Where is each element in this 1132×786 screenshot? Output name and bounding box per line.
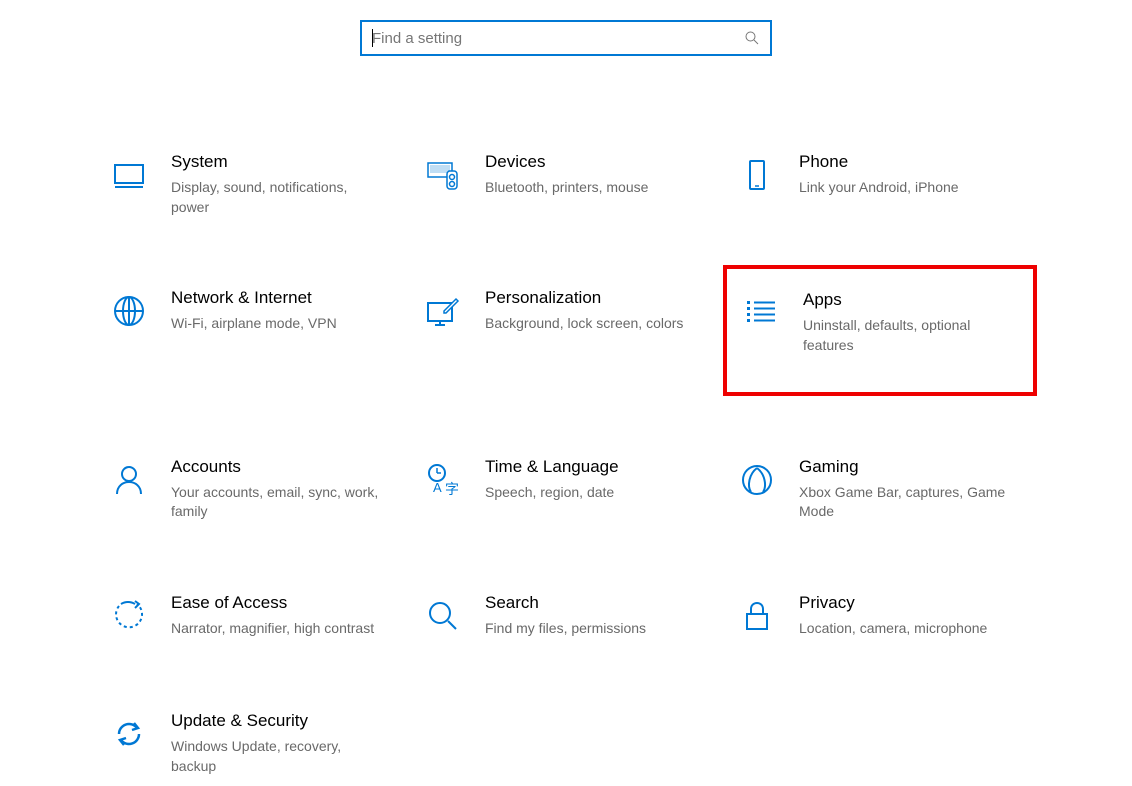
svg-text:A: A: [433, 480, 442, 495]
tile-title: Update & Security: [171, 710, 379, 732]
tile-time-language[interactable]: A 字 Time & Language Speech, region, date: [409, 446, 723, 532]
tile-apps[interactable]: Apps Uninstall, defaults, optional featu…: [723, 265, 1037, 395]
system-icon: [105, 151, 153, 199]
tile-devices[interactable]: Devices Bluetooth, printers, mouse: [409, 141, 723, 227]
tile-text: Apps Uninstall, defaults, optional featu…: [803, 289, 1023, 355]
search-icon: [744, 30, 760, 46]
tile-text: Update & Security Windows Update, recove…: [171, 710, 399, 776]
settings-grid: System Display, sound, notifications, po…: [0, 56, 1132, 786]
tile-text: Personalization Background, lock screen,…: [485, 287, 703, 334]
gaming-icon: [733, 456, 781, 504]
tile-text: Accounts Your accounts, email, sync, wor…: [171, 456, 399, 522]
tile-title: Ease of Access: [171, 592, 374, 614]
tile-gaming[interactable]: Gaming Xbox Game Bar, captures, Game Mod…: [723, 446, 1037, 532]
tile-desc: Speech, region, date: [485, 483, 619, 503]
phone-icon: [733, 151, 781, 199]
tile-accounts[interactable]: Accounts Your accounts, email, sync, wor…: [95, 446, 409, 532]
tile-desc: Uninstall, defaults, optional features: [803, 316, 1003, 355]
tile-text: Gaming Xbox Game Bar, captures, Game Mod…: [799, 456, 1027, 522]
tile-text: Privacy Location, camera, microphone: [799, 592, 1007, 639]
tile-desc: Wi-Fi, airplane mode, VPN: [171, 314, 337, 334]
tile-privacy[interactable]: Privacy Location, camera, microphone: [723, 582, 1037, 650]
devices-icon: [419, 151, 467, 199]
tile-title: Devices: [485, 151, 648, 173]
tile-desc: Background, lock screen, colors: [485, 314, 683, 334]
tile-title: Network & Internet: [171, 287, 337, 309]
tile-phone[interactable]: Phone Link your Android, iPhone: [723, 141, 1037, 227]
tile-title: Apps: [803, 289, 1003, 311]
tile-network[interactable]: Network & Internet Wi-Fi, airplane mode,…: [95, 277, 409, 395]
tile-title: Accounts: [171, 456, 379, 478]
tile-text: Devices Bluetooth, printers, mouse: [485, 151, 668, 198]
tile-desc: Windows Update, recovery, backup: [171, 737, 379, 776]
search-box[interactable]: [360, 20, 772, 56]
ease-of-access-icon: [105, 592, 153, 640]
tile-title: Gaming: [799, 456, 1007, 478]
tile-title: Search: [485, 592, 646, 614]
search-input[interactable]: [372, 30, 744, 47]
tile-text: Time & Language Speech, region, date: [485, 456, 639, 503]
tile-desc: Location, camera, microphone: [799, 619, 987, 639]
privacy-icon: [733, 592, 781, 640]
tile-desc: Xbox Game Bar, captures, Game Mode: [799, 483, 1007, 522]
search-container: [0, 0, 1132, 56]
tile-update-security[interactable]: Update & Security Windows Update, recove…: [95, 700, 409, 786]
search-tile-icon: [419, 592, 467, 640]
time-language-icon: A 字: [419, 456, 467, 504]
tile-desc: Bluetooth, printers, mouse: [485, 178, 648, 198]
tile-text: Phone Link your Android, iPhone: [799, 151, 979, 198]
tile-text: Ease of Access Narrator, magnifier, high…: [171, 592, 394, 639]
apps-icon: [737, 289, 785, 337]
svg-text:字: 字: [445, 481, 459, 497]
tile-title: System: [171, 151, 379, 173]
tile-text: Search Find my files, permissions: [485, 592, 666, 639]
tile-desc: Narrator, magnifier, high contrast: [171, 619, 374, 639]
tile-desc: Find my files, permissions: [485, 619, 646, 639]
tile-search[interactable]: Search Find my files, permissions: [409, 582, 723, 650]
tile-title: Personalization: [485, 287, 683, 309]
tile-text: System Display, sound, notifications, po…: [171, 151, 399, 217]
tile-ease-of-access[interactable]: Ease of Access Narrator, magnifier, high…: [95, 582, 409, 650]
tile-text: Network & Internet Wi-Fi, airplane mode,…: [171, 287, 357, 334]
tile-title: Phone: [799, 151, 959, 173]
tile-personalization[interactable]: Personalization Background, lock screen,…: [409, 277, 723, 395]
update-security-icon: [105, 710, 153, 758]
tile-title: Time & Language: [485, 456, 619, 478]
network-icon: [105, 287, 153, 335]
tile-title: Privacy: [799, 592, 987, 614]
tile-desc: Your accounts, email, sync, work, family: [171, 483, 379, 522]
personalization-icon: [419, 287, 467, 335]
accounts-icon: [105, 456, 153, 504]
tile-desc: Display, sound, notifications, power: [171, 178, 379, 217]
text-cursor: [372, 29, 373, 47]
tile-system[interactable]: System Display, sound, notifications, po…: [95, 141, 409, 227]
tile-desc: Link your Android, iPhone: [799, 178, 959, 198]
